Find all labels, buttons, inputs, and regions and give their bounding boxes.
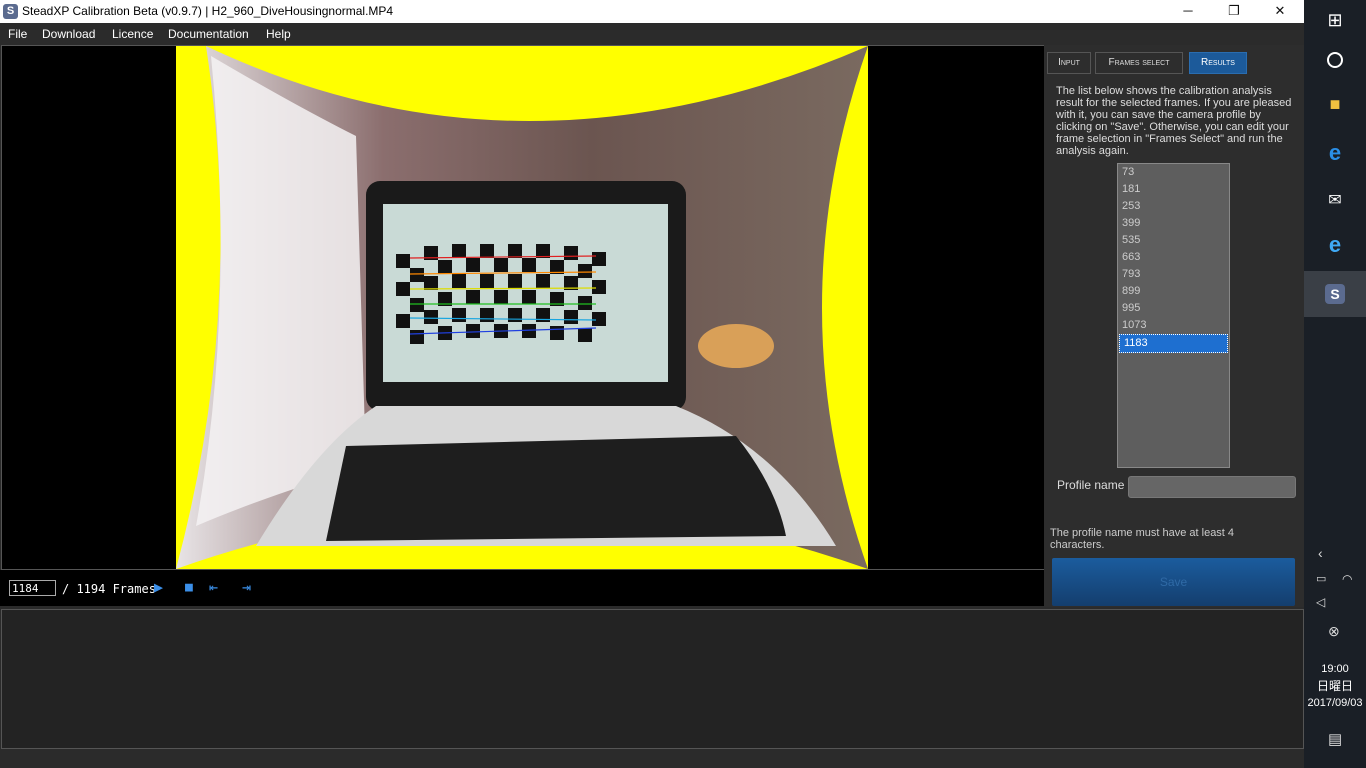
clock-time[interactable]: 19:00 (1304, 661, 1366, 678)
profile-warning: The profile name must have at least 4 ch… (1050, 527, 1235, 551)
windows-start-icon[interactable]: ⊞ (1304, 10, 1366, 32)
skip-back-icon[interactable]: ⇤ (209, 578, 218, 596)
notification-error-icon[interactable]: ⊗ (1328, 623, 1340, 640)
window-title: SteadXP Calibration Beta (v0.9.7) | H2_9… (22, 4, 394, 18)
menu-licence[interactable]: Licence (112, 27, 153, 41)
log-panel (1, 609, 1304, 749)
stop-icon[interactable]: ■ (185, 580, 193, 595)
menu-documentation[interactable]: Documentation (168, 27, 249, 41)
calibration-frame-image (176, 46, 868, 569)
wifi-icon[interactable]: ◠ (1342, 572, 1352, 586)
play-icon[interactable]: ▶ (154, 578, 163, 596)
list-item[interactable]: 995 (1118, 300, 1229, 317)
list-item[interactable]: 253 (1118, 198, 1229, 215)
settings-panel: Input Frames select Results The list bel… (1044, 45, 1304, 607)
list-item[interactable]: 399 (1118, 215, 1229, 232)
battery-icon[interactable]: ▭ (1316, 572, 1326, 585)
list-item[interactable]: 535 (1118, 232, 1229, 249)
tab-input[interactable]: Input (1047, 52, 1091, 74)
video-preview (1, 45, 1045, 570)
list-item[interactable]: 899 (1118, 283, 1229, 300)
file-explorer-icon[interactable]: ■ (1304, 94, 1366, 116)
clock-day[interactable]: 日曜日 (1304, 678, 1366, 695)
current-frame-input[interactable]: 1184 (9, 580, 56, 596)
results-description: The list below shows the calibration ana… (1056, 85, 1292, 157)
list-item[interactable]: 663 (1118, 249, 1229, 266)
steadxp-taskbar-icon[interactable]: S (1304, 271, 1366, 317)
action-center-icon[interactable]: ▤ (1328, 730, 1342, 748)
list-item-selected[interactable]: 1183 (1119, 334, 1228, 353)
playback-controls: 1184 / 1194 Frames ▶ ■ ⇤ ⇥ (0, 570, 1044, 606)
list-item[interactable]: 181 (1118, 181, 1229, 198)
menu-download[interactable]: Download (42, 27, 95, 41)
list-item[interactable]: 1073 (1118, 317, 1229, 334)
total-frames-label: / 1194 Frames (62, 582, 156, 596)
edge-icon[interactable]: e (1304, 140, 1366, 166)
cortana-icon[interactable] (1304, 52, 1366, 70)
save-button[interactable]: Save (1052, 558, 1295, 606)
tab-results[interactable]: Results (1189, 52, 1247, 74)
minimize-button[interactable]: ─ (1165, 0, 1211, 23)
menu-help[interactable]: Help (266, 27, 291, 41)
skip-forward-icon[interactable]: ⇥ (242, 578, 251, 596)
title-bar: S SteadXP Calibration Beta (v0.9.7) | H2… (0, 0, 1304, 23)
tab-frames-select[interactable]: Frames select (1095, 52, 1183, 74)
list-item[interactable]: 793 (1118, 266, 1229, 283)
list-item[interactable]: 73 (1118, 164, 1229, 181)
chevron-left-icon[interactable]: ‹ (1318, 545, 1323, 561)
frames-listbox[interactable]: 73 181 253 399 535 663 793 899 995 1073 … (1117, 163, 1230, 468)
profile-name-label: Profile name (1057, 478, 1125, 492)
clock-date[interactable]: 2017/09/03 (1304, 695, 1366, 712)
internet-explorer-icon[interactable]: e (1304, 232, 1366, 258)
mail-icon[interactable]: ✉ (1304, 190, 1366, 212)
app-icon: S (3, 4, 18, 19)
menu-bar: File Download Licence Documentation Help (0, 23, 1304, 44)
volume-icon[interactable]: ◁ (1316, 595, 1325, 609)
app-window: S SteadXP Calibration Beta (v0.9.7) | H2… (0, 0, 1304, 768)
maximize-button[interactable]: ❐ (1211, 0, 1257, 23)
profile-name-input[interactable] (1128, 476, 1296, 498)
undistorted-frame (176, 46, 868, 569)
menu-file[interactable]: File (8, 27, 27, 41)
close-button[interactable]: ✕ (1257, 0, 1303, 23)
side-taskbar: ⊞ ■ e ✉ e S ‹ ▭ ◠ ◁ ⊗ 19:00 日曜日 2017/09/… (1304, 0, 1366, 768)
